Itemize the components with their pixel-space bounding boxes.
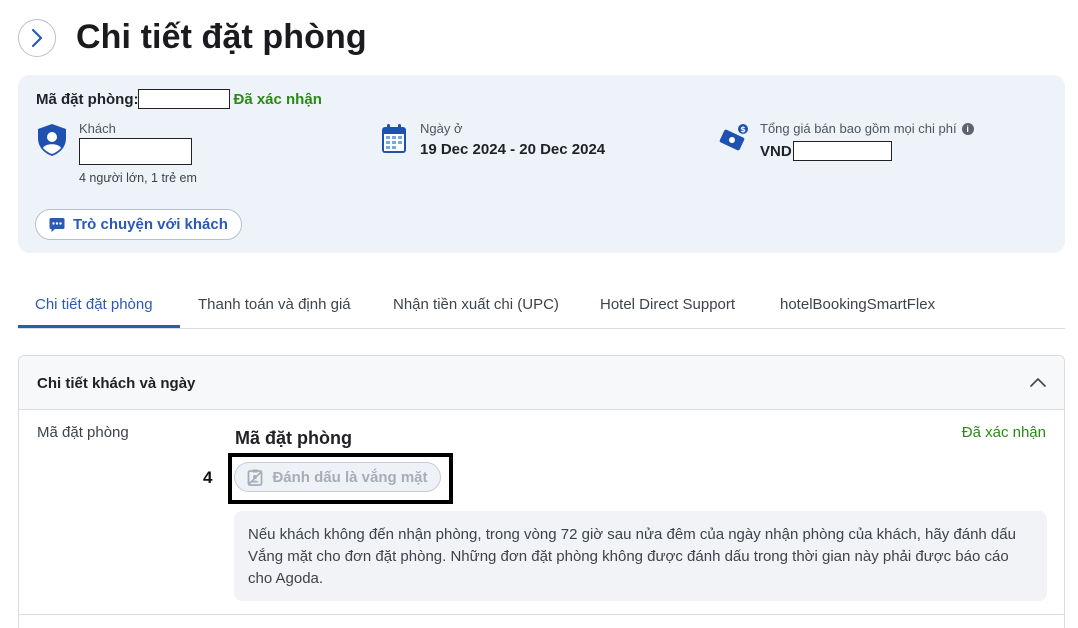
chevron-right-icon [31, 28, 43, 48]
shield-user-icon [38, 124, 66, 156]
booking-status: Đã xác nhận [233, 90, 322, 108]
tab-hotel-direct-support[interactable]: Hotel Direct Support [600, 296, 735, 313]
booking-id-label: Mã đặt phòng: [36, 90, 139, 108]
no-show-icon [248, 469, 263, 486]
stay-dates: 19 Dec 2024 - 20 Dec 2024 [420, 141, 606, 158]
guest-name-redacted [79, 138, 192, 165]
booking-id-redacted [138, 89, 231, 109]
tab-payment-pricing[interactable]: Thanh toán và định giá [198, 296, 351, 313]
tab-upc[interactable]: Nhận tiền xuất chi (UPC) [393, 296, 559, 313]
chat-icon [49, 217, 65, 232]
tab-smartflex[interactable]: hotelBookingSmartFlex [780, 296, 935, 313]
guest-count: 4 người lớn, 1 trẻ em [79, 171, 197, 185]
chat-with-guest-button[interactable]: Trò chuyện với khách [35, 209, 242, 240]
mark-no-show-label: Đánh dấu là vắng mặt [272, 468, 428, 486]
money-icon: $ [719, 124, 748, 151]
back-button[interactable] [18, 19, 56, 57]
tab-bar: Chi tiết đặt phòng Thanh toán và định gi… [18, 284, 1065, 329]
no-show-info-text: Nếu khách không đến nhận phòng, trong vò… [248, 526, 1016, 587]
no-show-info-box: Nếu khách không đến nhận phòng, trong vò… [234, 511, 1047, 601]
page-title: Chi tiết đặt phòng [76, 18, 367, 56]
panel-title: Chi tiết khách và ngày [37, 375, 196, 392]
chat-button-label: Trò chuyện với khách [73, 216, 228, 233]
booking-id-row-status: Đã xác nhận [961, 424, 1046, 441]
booking-id-row-label: Mã đặt phòng [37, 424, 129, 441]
panel-header[interactable]: Chi tiết khách và ngày [19, 356, 1064, 410]
step-number-annotation: 4 [203, 468, 213, 487]
panel-divider [19, 614, 1064, 615]
booking-id-row: Mã đặt phòng: Đã xác nhận [36, 89, 322, 109]
calendar-icon [382, 124, 406, 153]
chevron-up-icon[interactable] [1030, 376, 1046, 388]
mark-no-show-button[interactable]: Đánh dấu là vắng mặt [234, 462, 441, 492]
price-currency: VND [760, 142, 792, 160]
price-label: Tổng giá bán bao gồm mọi chi phí [760, 121, 957, 136]
svg-text:$: $ [740, 125, 746, 134]
tab-booking-details[interactable]: Chi tiết đặt phòng [35, 296, 153, 313]
price-amount-redacted [792, 141, 892, 161]
booking-id-row-title: Mã đặt phòng [235, 428, 352, 448]
booking-summary-card: Mã đặt phòng: Đã xác nhận Khách 4 người … [18, 75, 1065, 253]
active-tab-indicator [18, 325, 180, 328]
stay-label: Ngày ở [420, 121, 463, 136]
guest-label: Khách [79, 121, 116, 136]
guest-dates-panel: Chi tiết khách và ngày Mã đặt phòng Mã đ… [18, 355, 1065, 628]
info-icon[interactable]: i [961, 122, 974, 135]
